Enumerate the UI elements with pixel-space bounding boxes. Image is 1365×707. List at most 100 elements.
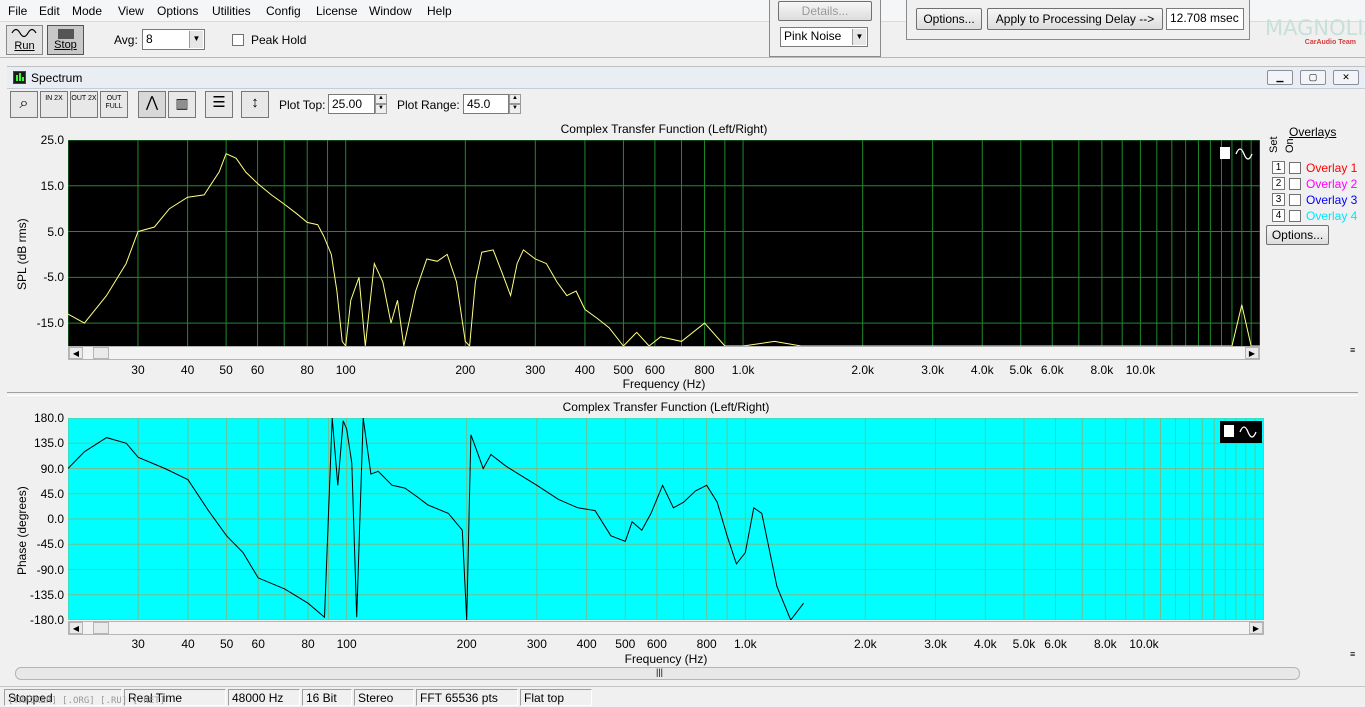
- menu-license[interactable]: License: [316, 4, 357, 18]
- spectrum-icon: [13, 71, 26, 84]
- stop-label: Stop: [54, 39, 77, 51]
- vertical-range-icon: ↕: [251, 94, 259, 111]
- x-tick-label: 8.0k: [1090, 363, 1114, 377]
- spl-scrollbar[interactable]: ◀ ▶: [68, 346, 1260, 360]
- x-tick-label: 6.0k: [1040, 363, 1064, 377]
- apply-delay-button[interactable]: Apply to Processing Delay -->: [987, 8, 1163, 30]
- menu-file[interactable]: File: [8, 4, 27, 18]
- x-tick-label: 200: [456, 637, 477, 651]
- overlay-set-3-button[interactable]: 3: [1272, 193, 1285, 206]
- signal-select[interactable]: Pink Noise ▼: [780, 27, 868, 47]
- logo-name: MAGNOLIA: [1265, 16, 1365, 40]
- overlay-set-4-button[interactable]: 4: [1272, 209, 1285, 222]
- y-tick-label: -5.0: [43, 270, 64, 285]
- chevron-down-icon[interactable]: ▼: [852, 29, 866, 45]
- status-channels: Stereo: [354, 689, 414, 706]
- chevron-down-icon[interactable]: ▼: [189, 31, 203, 48]
- zoom-tool-button[interactable]: ⌕: [10, 91, 38, 118]
- y-tick-label: 5.0: [47, 224, 64, 239]
- y-tick-label: 0.0: [47, 512, 64, 526]
- delay-options-button[interactable]: Options...: [916, 8, 982, 30]
- avg-value: 8: [146, 32, 153, 46]
- x-tick-label: 1.0k: [733, 637, 757, 651]
- menu-edit[interactable]: Edit: [39, 4, 60, 18]
- graph-divider: [7, 392, 1358, 396]
- menu-mode[interactable]: Mode: [72, 4, 102, 18]
- bar-mode-button[interactable]: ▥: [168, 91, 196, 118]
- phase-scrollbar[interactable]: ◀ ▶: [68, 621, 1264, 635]
- phase-x-axis-label: Frequency (Hz): [624, 652, 708, 666]
- menu-options[interactable]: Options: [157, 4, 198, 18]
- close-button[interactable]: ✕: [1333, 70, 1359, 85]
- scroll-thumb[interactable]: [93, 347, 109, 359]
- x-tick-label: 800: [696, 637, 717, 651]
- zoom-in-button[interactable]: IN 2X: [40, 91, 68, 118]
- overlay-on-2-checkbox[interactable]: [1289, 178, 1301, 190]
- menu-config[interactable]: Config: [266, 4, 301, 18]
- x-tick-label: 3.0k: [921, 363, 944, 377]
- zoom-out-button[interactable]: OUT 2X: [70, 91, 98, 118]
- scroll-thumb[interactable]: [93, 622, 109, 634]
- run-button[interactable]: Run: [6, 25, 43, 55]
- window-v-scrollbar[interactable]: ≡ ≡: [1350, 297, 1358, 677]
- menu-utilities[interactable]: Utilities: [212, 4, 251, 18]
- overlay-on-1-checkbox[interactable]: [1289, 162, 1301, 174]
- plot-range-up-button[interactable]: ▲: [509, 94, 521, 104]
- overlay-on-4-checkbox[interactable]: [1289, 210, 1301, 222]
- x-tick-label: 8.0k: [1094, 637, 1117, 651]
- plot-range-field[interactable]: 45.0: [463, 94, 509, 114]
- x-tick-label: 4.0k: [974, 637, 997, 651]
- overlays-options-button[interactable]: Options...: [1266, 225, 1329, 245]
- x-tick-label: 40: [180, 363, 195, 377]
- signal-value: Pink Noise: [784, 29, 842, 43]
- avg-select[interactable]: 8 ▼: [142, 29, 205, 50]
- table-view-button[interactable]: ☰: [205, 91, 233, 118]
- menu-view[interactable]: View: [118, 4, 144, 18]
- spl-x-axis-label: Frequency (Hz): [622, 377, 706, 391]
- overlay-on-3-checkbox[interactable]: [1289, 194, 1301, 206]
- plot-range-down-button[interactable]: ▼: [509, 104, 521, 114]
- waveform-icon: [10, 28, 37, 38]
- watermark-text: [TRACKER] [.ORG] [.RU] [.NET]: [8, 696, 166, 706]
- x-tick-label: 60: [251, 637, 265, 651]
- y-tick-label: -135.0: [29, 587, 64, 602]
- scroll-left-icon[interactable]: ◀: [69, 622, 83, 634]
- x-tick-label: 6.0k: [1044, 637, 1067, 651]
- status-bar: Stopped Real Time 48000 Hz 16 Bit Stereo…: [0, 686, 1365, 707]
- plot-top-field[interactable]: 25.00: [328, 94, 375, 114]
- plot-background: [68, 140, 1260, 346]
- menu-help[interactable]: Help: [427, 4, 452, 18]
- maximize-button[interactable]: ▢: [1300, 70, 1326, 85]
- x-tick-label: 60: [250, 363, 265, 377]
- scroll-left-icon[interactable]: ◀: [69, 347, 83, 359]
- x-tick-label: 5.0k: [1012, 637, 1036, 651]
- zoom-full-button[interactable]: OUT FULL: [100, 91, 128, 118]
- plot-top-up-button[interactable]: ▲: [375, 94, 387, 104]
- spectrum-window: Spectrum ▁ ▢ ✕ ⌕ IN 2X OUT 2X OUT FULL ⋀…: [7, 66, 1365, 686]
- minimize-button[interactable]: ▁: [1267, 70, 1293, 85]
- peak-hold-checkbox[interactable]: [232, 34, 244, 46]
- window-h-scrollbar[interactable]: |||: [15, 667, 1300, 680]
- plot-overlay-icon[interactable]: [1220, 421, 1262, 443]
- autoscale-button[interactable]: ↕: [241, 91, 269, 118]
- scroll-grip-icon[interactable]: ≡: [1350, 346, 1355, 355]
- y-tick-label: -45.0: [36, 537, 64, 552]
- y-tick-label: 90.0: [40, 461, 64, 476]
- overlay-row-3: 3 Overlay 3: [1272, 193, 1365, 207]
- status-sample-rate: 48000 Hz: [228, 689, 300, 706]
- scroll-right-icon[interactable]: ▶: [1245, 347, 1259, 359]
- line-mode-button[interactable]: ⋀: [138, 91, 166, 118]
- delay-value-field[interactable]: 12.708 msec: [1166, 8, 1244, 30]
- stop-button[interactable]: Stop: [47, 25, 84, 55]
- x-tick-label: 500: [615, 637, 636, 651]
- overlay-set-1-button[interactable]: 1: [1272, 161, 1285, 174]
- overlay-set-2-button[interactable]: 2: [1272, 177, 1285, 190]
- plot-top-label: Plot Top:: [279, 98, 326, 112]
- scroll-grip-icon[interactable]: |||: [656, 667, 663, 677]
- details-button[interactable]: Details...: [778, 1, 872, 21]
- plot-top-down-button[interactable]: ▼: [375, 104, 387, 114]
- x-tick-label: 300: [525, 363, 546, 377]
- scroll-right-icon[interactable]: ▶: [1249, 622, 1263, 634]
- scroll-grip-icon[interactable]: ≡: [1350, 650, 1355, 659]
- menu-window[interactable]: Window: [369, 4, 412, 18]
